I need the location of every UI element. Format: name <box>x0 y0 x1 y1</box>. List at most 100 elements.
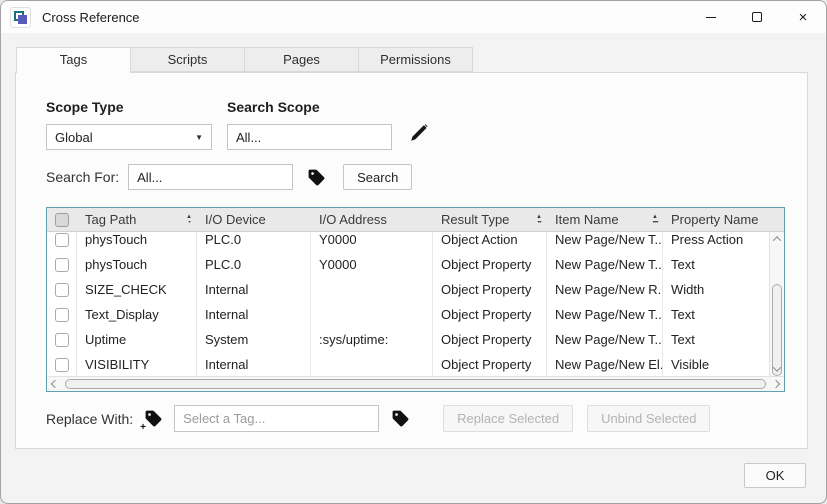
cell-item-name: New Page/New El... <box>547 352 663 376</box>
cell-tag-path: Text_Display <box>77 302 197 327</box>
select-all-checkbox[interactable] <box>47 208 77 231</box>
scroll-left-button[interactable] <box>47 377 63 391</box>
cell-result-type: Object Property <box>433 277 547 302</box>
row-checkbox[interactable] <box>47 352 77 376</box>
table-row[interactable]: VISIBILITY Internal Object Property New … <box>47 352 769 376</box>
app-icon-purple-square <box>18 15 27 24</box>
horizontal-scroll-thumb[interactable] <box>65 379 766 389</box>
edit-scope-button[interactable] <box>408 122 430 149</box>
sort-ascending-icon: ▲• <box>186 214 192 226</box>
cell-io-device: Internal <box>197 302 311 327</box>
titlebar: Cross Reference × <box>1 1 826 33</box>
column-label: Result Type <box>441 212 509 227</box>
table-row[interactable]: SIZE_CHECK Internal Object Property New … <box>47 277 769 302</box>
column-label: I/O Address <box>319 212 387 227</box>
cell-tag-path: physTouch <box>77 252 197 277</box>
checkbox-icon <box>55 283 69 297</box>
cell-result-type: Object Property <box>433 302 547 327</box>
vertical-scrollbar[interactable] <box>769 232 784 376</box>
horizontal-scrollbar[interactable] <box>47 376 784 391</box>
column-header-item-name[interactable]: Item Name ▲••• <box>547 208 663 231</box>
search-for-input[interactable] <box>128 164 293 190</box>
checkbox-icon <box>55 258 69 272</box>
sort-ascending-icon: ▲•• <box>536 214 542 226</box>
replace-selected-button[interactable]: Replace Selected <box>443 405 573 432</box>
cell-io-device: PLC.0 <box>197 232 311 252</box>
cross-reference-table: Tag Path ▲• I/O Device I/O Address Resul… <box>46 207 785 392</box>
row-checkbox[interactable] <box>47 277 77 302</box>
close-button[interactable]: × <box>780 1 826 33</box>
replace-tag-input[interactable] <box>174 405 379 432</box>
row-checkbox[interactable] <box>47 252 77 277</box>
replace-with-label: Replace With: <box>46 411 133 427</box>
chevron-down-icon: ▼ <box>195 133 203 142</box>
scroll-up-button[interactable] <box>770 232 784 246</box>
table-rows-viewport: physTouch PLC.0 Y0000 Object Action New … <box>47 232 769 376</box>
tag-icon <box>307 168 326 187</box>
cell-io-device: System <box>197 327 311 352</box>
table-row[interactable]: Text_Display Internal Object Property Ne… <box>47 302 769 327</box>
add-tag-button[interactable]: + <box>142 408 164 430</box>
search-tag-picker[interactable] <box>305 166 327 188</box>
cell-io-address <box>311 277 433 302</box>
column-header-io-device[interactable]: I/O Device <box>197 208 311 231</box>
checkbox-icon <box>55 213 69 227</box>
pencil-icon <box>408 122 430 144</box>
checkbox-icon <box>55 358 69 372</box>
cell-property-name: Width <box>663 277 769 302</box>
table-header-row: Tag Path ▲• I/O Device I/O Address Resul… <box>47 208 784 232</box>
vertical-scroll-track[interactable] <box>770 246 784 362</box>
cell-tag-path: VISIBILITY <box>77 352 197 376</box>
tab-scripts[interactable]: Scripts <box>130 47 245 72</box>
cell-tag-path: Uptime <box>77 327 197 352</box>
cell-item-name: New Page/New T... <box>547 232 663 252</box>
add-tag-icon <box>144 409 163 428</box>
maximize-icon <box>752 12 762 22</box>
search-scope-input[interactable] <box>227 124 392 150</box>
window-controls: × <box>688 1 826 33</box>
table-row[interactable]: Uptime System :sys/uptime: Object Proper… <box>47 327 769 352</box>
column-header-result-type[interactable]: Result Type ▲•• <box>433 208 547 231</box>
cell-property-name: Text <box>663 327 769 352</box>
chevron-right-icon <box>772 380 780 388</box>
replace-tag-picker[interactable] <box>389 408 411 430</box>
vertical-scroll-thumb[interactable] <box>772 284 782 376</box>
row-checkbox[interactable] <box>47 232 77 252</box>
column-label: Item Name <box>555 212 619 227</box>
scope-type-dropdown[interactable]: Global ▼ <box>46 124 212 150</box>
ok-button[interactable]: OK <box>744 463 806 488</box>
cell-tag-path: physTouch <box>77 232 197 252</box>
row-checkbox[interactable] <box>47 302 77 327</box>
cell-result-type: Object Property <box>433 327 547 352</box>
cell-item-name: New Page/New T... <box>547 327 663 352</box>
tab-permissions[interactable]: Permissions <box>358 47 473 72</box>
window-title: Cross Reference <box>42 10 140 25</box>
tab-pages[interactable]: Pages <box>244 47 359 72</box>
column-header-io-address[interactable]: I/O Address <box>311 208 433 231</box>
row-checkbox[interactable] <box>47 327 77 352</box>
plus-icon: + <box>140 422 146 433</box>
checkbox-icon <box>55 333 69 347</box>
column-label: I/O Device <box>205 212 266 227</box>
checkbox-icon <box>55 308 69 322</box>
chevron-up-icon <box>773 236 781 244</box>
column-header-tag-path[interactable]: Tag Path ▲• <box>77 208 197 231</box>
table-row[interactable]: physTouch PLC.0 Y0000 Object Property Ne… <box>47 252 769 277</box>
maximize-button[interactable] <box>734 1 780 33</box>
minimize-button[interactable] <box>688 1 734 33</box>
cell-io-device: PLC.0 <box>197 252 311 277</box>
column-label: Property Name <box>671 212 758 227</box>
chevron-left-icon <box>51 380 59 388</box>
table-row[interactable]: physTouch PLC.0 Y0000 Object Action New … <box>47 232 769 252</box>
tab-tags[interactable]: Tags <box>16 47 131 73</box>
checkbox-icon <box>55 233 69 247</box>
scroll-right-button[interactable] <box>768 377 784 391</box>
unbind-selected-button[interactable]: Unbind Selected <box>587 405 710 432</box>
table-body: physTouch PLC.0 Y0000 Object Action New … <box>47 232 784 376</box>
column-header-property-name[interactable]: Property Name <box>663 208 784 231</box>
scope-type-value: Global <box>55 130 93 145</box>
cell-property-name: Text <box>663 252 769 277</box>
cell-io-address: Y0000 <box>311 232 433 252</box>
search-button[interactable]: Search <box>343 164 412 190</box>
cell-io-address: :sys/uptime: <box>311 327 433 352</box>
